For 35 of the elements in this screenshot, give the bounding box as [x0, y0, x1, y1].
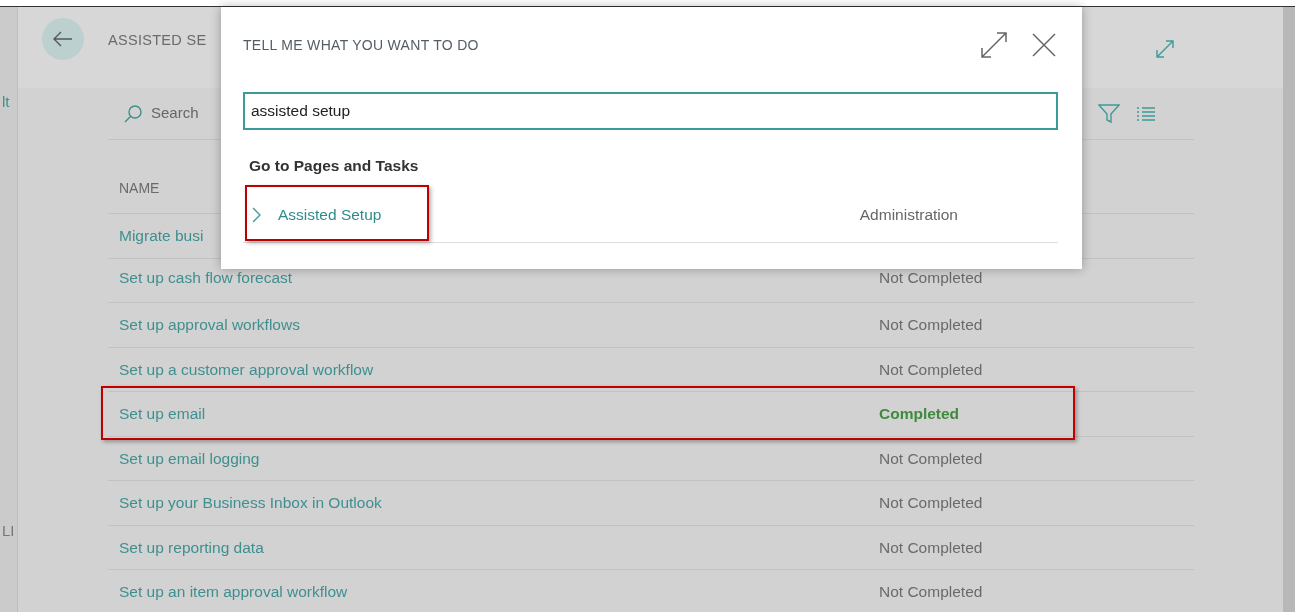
filter-icon[interactable] [1098, 103, 1120, 124]
column-header: NAME [119, 179, 160, 198]
status-text: Not Completed [879, 493, 983, 514]
status-text: Completed [879, 404, 960, 425]
back-arrow-icon [53, 31, 73, 47]
back-button[interactable] [42, 18, 84, 60]
result-link[interactable]: Assisted Setup [252, 203, 382, 227]
expand-icon[interactable] [980, 31, 1008, 59]
task-link[interactable]: Set up email logging [108, 446, 879, 470]
task-link[interactable]: Set up a customer approval workflow [108, 357, 879, 381]
edge-text: lt [2, 92, 11, 112]
task-link[interactable]: Set up approval workflows [108, 313, 879, 337]
category-text: Administration [859, 205, 958, 226]
close-icon[interactable] [1032, 33, 1056, 57]
status-text: Not Completed [879, 359, 983, 380]
dialog-title: TELL ME WHAT YOU WANT TO DO [243, 35, 479, 55]
status-text: Not Completed [879, 315, 983, 336]
task-link[interactable]: Set up cash flow forecast [108, 265, 879, 289]
chevron-icon [252, 206, 262, 223]
section-heading: Go to Pages and Tasks [249, 156, 420, 176]
list-view-icon[interactable] [1136, 105, 1156, 122]
task-link[interactable]: Set up reporting data [108, 535, 879, 559]
search-icon [123, 103, 143, 124]
task-link[interactable]: Set up an item approval workflow [108, 580, 879, 604]
search-button[interactable]: Search [108, 102, 199, 125]
status-text: Not Completed [879, 582, 983, 603]
task-link[interactable]: Set up email [108, 402, 879, 426]
status-text: Not Completed [879, 448, 983, 469]
status-text: Not Completed [879, 267, 983, 288]
task-link[interactable]: Set up your Business Inbox in Outlook [108, 491, 879, 515]
search-field[interactable]: assisted setup [243, 92, 1058, 130]
edge-text: LI [2, 521, 16, 541]
expand-icon[interactable] [1155, 38, 1175, 59]
status-text: Not Completed [879, 537, 983, 558]
page-title: ASSISTED SE [108, 31, 207, 50]
